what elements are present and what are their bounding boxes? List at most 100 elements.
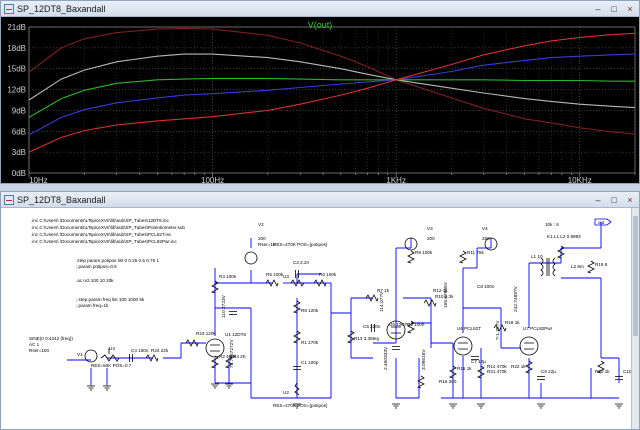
y-tick-label: 3dB [12, 148, 26, 157]
part-label[interactable]: C9 22µ [541, 369, 556, 374]
directive-param-potipos[interactable]: ;.param potipos=0.5 [76, 264, 117, 269]
out-net-flag[interactable]: out [594, 218, 612, 226]
v2-value[interactable]: 200 [258, 236, 266, 241]
directive-include-1[interactable]: .inc C:\Users\ \Documents\LTspiceXVII\li… [31, 218, 170, 223]
maximize-button[interactable]: □ [607, 3, 621, 15]
part-label[interactable]: C4 150n [131, 348, 149, 353]
part-label[interactable]: L2 8m [571, 264, 584, 269]
source-sine-label[interactable]: SINE(0 0.4242 {freq}) [29, 336, 73, 341]
directive-ac[interactable]: .ac oct 100 10 20k [76, 278, 114, 283]
schematic-canvas[interactable]: .inc C:\Users\ \Documents\LTspiceXVII\li… [1, 208, 639, 429]
part-label[interactable]: U3 [283, 274, 289, 279]
part-label[interactable]: U2 [283, 390, 289, 395]
trace-label[interactable]: V(out) [308, 20, 333, 30]
v3-label[interactable]: V3 [427, 226, 433, 231]
node-voltage-label: 242.7489?V [513, 285, 519, 312]
transformer-ratio[interactable]: 10k : 6 [545, 222, 559, 227]
plot-frame [28, 26, 636, 174]
part-label[interactable]: V1 [77, 352, 83, 357]
part-label[interactable]: R4 2K [233, 354, 247, 359]
part-label[interactable]: C8 100n [477, 284, 495, 289]
y-tick-label: 21dB [7, 23, 26, 32]
v2-label[interactable]: V2 [258, 222, 264, 227]
series-line-1[interactable] [28, 27, 636, 135]
series-line-5[interactable] [28, 32, 636, 153]
part-label[interactable]: R21 470k [487, 369, 507, 374]
part-label[interactable]: R18 1k [505, 320, 520, 325]
v2-rser[interactable]: Rser=10 [258, 242, 276, 247]
part-label[interactable]: R23 120k [196, 331, 216, 336]
input-pot-label[interactable]: RES=50K POS=0.7 [91, 363, 132, 368]
x-tick-label: 1KHz [386, 176, 406, 183]
v4-label[interactable]: V4 [482, 226, 488, 231]
part-label[interactable]: R1 270k [301, 340, 319, 345]
components [84, 237, 623, 409]
directive-step-freq[interactable]: ;.step param freq list 100 1000 5k [76, 297, 145, 302]
v3-value[interactable]: 200 [427, 236, 435, 241]
series-line-4[interactable] [28, 53, 636, 136]
schematic-app-icon [4, 194, 14, 205]
plot-window-title: SP_12DT8_Baxandall [17, 3, 106, 14]
part-label[interactable]: R13 3.3Meg [354, 336, 379, 341]
grid-lines [28, 26, 636, 174]
axis-ticks: 0dB 3dB 6dB 9dB 12dB 15dB 18dB 21dB 10Hz 100Hz 1KH… [7, 23, 636, 185]
close-button[interactable]: × [623, 3, 637, 15]
maximize-button[interactable]: □ [607, 194, 621, 206]
part-label[interactable]: L1 10 [531, 254, 543, 259]
part-label[interactable]: R22 1k [511, 364, 526, 369]
part-label[interactable]: R8 120k [301, 308, 319, 313]
part-label[interactable]: C1 100p [301, 360, 319, 365]
part-label[interactable]: C2 2.2n [293, 260, 310, 265]
part-label[interactable]: R20 1k [595, 369, 610, 374]
wires [67, 222, 620, 399]
part-label[interactable]: R9 100k [415, 250, 433, 255]
plot-pane[interactable]: 0dB 3dB 6dB 9dB 12dB 15dB 18dB 21dB 10Hz 100Hz 1KH… [1, 17, 639, 185]
part-label[interactable]: U1 12DT8 [225, 332, 246, 337]
schematic-window-titlebar[interactable]: SP_12DT8_Baxandall – □ × [1, 192, 639, 208]
schematic-window-title: SP_12DT8_Baxandall [17, 194, 106, 205]
part-label[interactable]: R24 22k [151, 348, 169, 353]
part-label[interactable]: U6 PCL82T [457, 326, 481, 331]
y-tick-label: 18dB [7, 44, 26, 53]
source-rser-label[interactable]: Rser=100 [29, 348, 49, 353]
directive-include-2[interactable]: .inc C:\Users\ \Documents\LTspiceXVII\li… [31, 225, 185, 230]
directive-include-3[interactable]: .inc C:\Users\ \Documents\LTspiceXVII\li… [31, 232, 172, 237]
minimize-button[interactable]: – [591, 194, 605, 206]
schematic-drawing[interactable]: .inc C:\Users\ \Documents\LTspiceXVII\li… [1, 208, 639, 429]
waveform-app-icon [4, 3, 14, 14]
waveform-plot[interactable]: 0dB 3dB 6dB 9dB 12dB 15dB 18dB 21dB 10Hz 100Hz 1KH… [1, 17, 639, 185]
node-voltage-label: 165.07695V [443, 281, 449, 308]
plot-window: SP_12DT8_Baxandall – □ × 0dB 3dB 6dB 9dB 12d… [0, 0, 640, 185]
y-tick-label: 15dB [7, 65, 26, 74]
close-button[interactable]: × [623, 194, 637, 206]
part-labels: R3 100k R5 100k C2 2.2n R6 100k R8 120k R1 27… [77, 250, 639, 395]
coupling-directive[interactable]: K1 L1 L2 0.9993 [547, 234, 581, 239]
y-tick-label: 6dB [12, 127, 26, 136]
part-label[interactable]: R6 100k [319, 272, 337, 277]
x-tick-label: 100Hz [201, 176, 224, 183]
scrollbar-thumb[interactable] [633, 216, 638, 336]
directive-step-potipos[interactable]: .step param potipos list 0 0.25 0.5 0.75… [76, 258, 159, 263]
schematic-scrollbar[interactable] [631, 208, 639, 429]
y-tick-label: 12dB [7, 86, 26, 95]
y-tick-label: 9dB [12, 106, 26, 115]
source-ac-label[interactable]: AC 1 [29, 342, 40, 347]
part-label[interactable]: R5 100k [266, 272, 284, 277]
part-label[interactable]: R15 1k [457, 366, 472, 371]
pot-label-top[interactable]: RES=470K POS={potipos} [273, 242, 328, 247]
part-label[interactable]: R3 100k [219, 274, 237, 279]
part-label[interactable]: R16 200 [439, 379, 457, 384]
part-label[interactable]: U5 12DT8 [389, 322, 410, 327]
directive-param-freq[interactable]: ;.param freq=1k [76, 303, 109, 308]
part-label[interactable]: C5 220n [363, 324, 381, 329]
series-lines [28, 27, 636, 153]
directive-include-4[interactable]: .inc C:\Users\ \Documents\LTspiceXVII\li… [31, 239, 177, 244]
minimize-button[interactable]: – [591, 3, 605, 15]
plot-window-titlebar[interactable]: SP_12DT8_Baxandall – □ × [1, 1, 639, 17]
part-label[interactable]: R19 8 [595, 262, 608, 267]
part-label[interactable]: U7 PCL82Pwr [523, 326, 553, 331]
part-label[interactable]: R11 75k [467, 250, 484, 255]
node-voltage-label: 3.09616V [421, 349, 427, 370]
part-label[interactable]: U4 [109, 346, 115, 351]
part-label[interactable]: C7 10µ [471, 359, 486, 364]
